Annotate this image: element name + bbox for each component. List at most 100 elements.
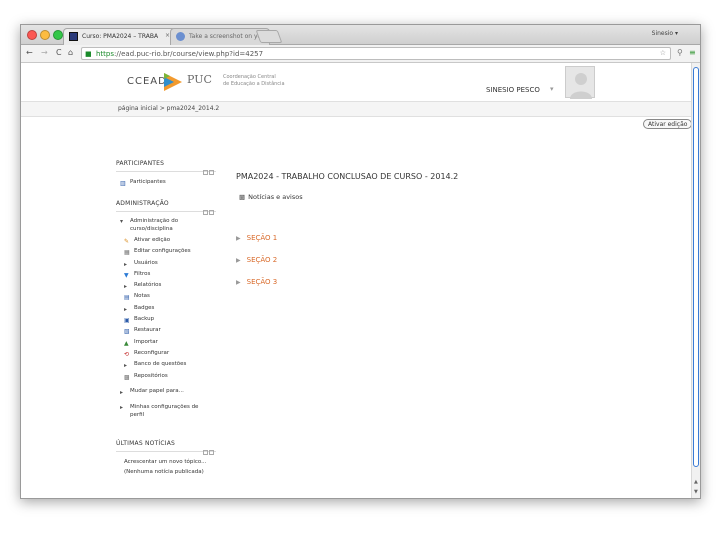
- bookmark-star-icon[interactable]: ☆: [660, 49, 666, 57]
- profile-settings-link-line2[interactable]: perfil: [116, 411, 216, 419]
- breadcrumb[interactable]: página inicial > pma2024_2014.2: [118, 105, 219, 112]
- admin-item-grades[interactable]: ▤ Notas: [116, 291, 216, 302]
- expand-icon: ▸: [120, 388, 124, 396]
- tab-course-label: Curso: PMA2024 – TRABA: [82, 33, 159, 40]
- news-forum-link[interactable]: ▩ Notícias e avisos: [239, 193, 303, 201]
- switch-role-link[interactable]: ▸ Mudar papel para...: [116, 386, 216, 397]
- item-label: Restaurar: [134, 327, 161, 334]
- collapse-icon[interactable]: [209, 210, 214, 215]
- ccead-logo-icon: [164, 73, 182, 91]
- profile-button[interactable]: Sinesio ▾: [652, 30, 678, 37]
- admin-item-restore[interactable]: ▧ Restaurar: [116, 325, 216, 336]
- news-forum-label: Notícias e avisos: [248, 193, 303, 201]
- enable-editing-button[interactable]: Ativar edição: [643, 119, 693, 129]
- divider: [116, 171, 216, 172]
- menu-icon[interactable]: ≡: [689, 48, 696, 57]
- scroll-down-icon[interactable]: ▼: [694, 489, 698, 495]
- no-news-text: (Nenhuma notícia publicada): [124, 469, 204, 475]
- section-label: SEÇÃO 2: [246, 256, 278, 264]
- logo-subtitle-line1: Coordenação Central: [223, 74, 276, 80]
- address-bar[interactable]: ■ https://ead.puc-rio.br/course/view.php…: [81, 47, 671, 60]
- home-icon[interactable]: ⌂: [68, 48, 73, 57]
- search-icon[interactable]: ⚲: [677, 48, 683, 57]
- admin-item-filters[interactable]: ▼ Filtros: [116, 269, 216, 280]
- close-window-icon[interactable]: [27, 30, 37, 40]
- item-label: Mudar papel para...: [130, 387, 184, 394]
- course-admin-node[interactable]: ▾ Administração do: [116, 217, 216, 225]
- ccead-logo[interactable]: CCEAD: [127, 76, 167, 87]
- puc-logo[interactable]: PUC: [187, 73, 212, 86]
- item-label: Ativar edição: [134, 237, 171, 243]
- section-3[interactable]: ▶ SEÇÃO 3: [236, 278, 277, 286]
- profile-settings-link[interactable]: ▸ Minhas configurações de: [116, 403, 216, 411]
- admin-item-import[interactable]: ▲ Importar: [116, 337, 216, 348]
- chevron-down-icon[interactable]: ▾: [550, 85, 554, 93]
- reload-icon[interactable]: C: [56, 48, 62, 57]
- admin-item-enable-editing[interactable]: ✎ Ativar edição: [116, 235, 216, 246]
- block-controls[interactable]: [202, 160, 216, 175]
- breadcrumb-bar: página inicial > pma2024_2014.2: [21, 101, 693, 117]
- logo-subtitle: Coordenação Central de Educação a Distân…: [223, 74, 285, 88]
- browser-toolbar: ← → C ⌂ ■ https://ead.puc-rio.br/course/…: [21, 45, 700, 63]
- item-label: Participantes: [130, 179, 166, 185]
- expand-icon: ▶: [236, 279, 241, 286]
- tab-screenshot-label: Take a screenshot on your: [189, 33, 268, 40]
- item-label: Relatórios: [134, 282, 162, 289]
- section-label: SEÇÃO 1: [246, 234, 278, 242]
- dock-icon[interactable]: [203, 210, 208, 215]
- item-label: Filtros: [134, 270, 151, 277]
- item-label: Badges: [134, 304, 155, 311]
- course-admin-node-line2[interactable]: curso/disciplina: [116, 225, 216, 233]
- title-bar: Curso: PMA2024 – TRABA × Take a screensh…: [21, 25, 700, 45]
- block-title: PARTICIPANTES: [116, 160, 165, 167]
- admin-item-badges[interactable]: ▸ Badges: [116, 303, 216, 314]
- item-label: perfil: [130, 412, 145, 419]
- section-1[interactable]: ▶ SEÇÃO 1: [236, 234, 277, 242]
- admin-item-edit-settings[interactable]: ▦ Editar configurações: [116, 246, 216, 257]
- section-2[interactable]: ▶ SEÇÃO 2: [236, 256, 277, 264]
- new-tab-button[interactable]: [255, 30, 283, 43]
- user-silhouette-icon: [570, 73, 592, 99]
- divider: [116, 211, 216, 212]
- participants-link[interactable]: ▥ Participantes: [116, 177, 216, 188]
- zoom-window-icon[interactable]: [53, 30, 63, 40]
- item-label: Repositórios: [134, 372, 168, 379]
- back-icon[interactable]: ←: [26, 48, 33, 57]
- block-controls[interactable]: [202, 440, 216, 455]
- vertical-scrollbar[interactable]: ▲ ▼: [691, 63, 700, 498]
- admin-item-repositories[interactable]: ▩ Repositórios: [116, 371, 216, 382]
- block-title: ADMINISTRAÇÃO: [116, 200, 169, 207]
- browser-window: Curso: PMA2024 – TRABA × Take a screensh…: [20, 24, 701, 499]
- latest-news-block: ÚLTIMAS NOTÍCIAS Acrescentar um novo tóp…: [116, 440, 216, 477]
- item-label: Backup: [134, 316, 155, 323]
- divider: [116, 451, 216, 452]
- admin-item-question-bank[interactable]: ▸ Banco de questões: [116, 359, 216, 370]
- item-label: curso/disciplina: [130, 226, 173, 232]
- admin-item-users[interactable]: ▸ Usuários: [116, 258, 216, 269]
- dock-icon[interactable]: [203, 450, 208, 455]
- item-label: Notas: [134, 293, 150, 300]
- add-topic-link[interactable]: Acrescentar um novo tópico...: [116, 457, 216, 467]
- url-scheme: https: [96, 50, 115, 58]
- scrollbar-thumb[interactable]: [693, 67, 699, 467]
- item-label: Reconfigurar: [134, 349, 170, 356]
- user-menu[interactable]: SINESIO PESCO: [486, 86, 540, 94]
- expand-icon: ▶: [236, 257, 241, 264]
- avatar[interactable]: [565, 66, 595, 99]
- scroll-up-icon[interactable]: ▲: [694, 479, 698, 485]
- administration-block: ADMINISTRAÇÃO ▾ Administração do curso/di…: [116, 200, 216, 419]
- minimize-window-icon[interactable]: [40, 30, 50, 40]
- block-controls[interactable]: [202, 200, 216, 215]
- tab-course[interactable]: Curso: PMA2024 – TRABA ×: [63, 28, 176, 45]
- admin-item-backup[interactable]: ▣ Backup: [116, 314, 216, 325]
- admin-item-reports[interactable]: ▸ Relatórios: [116, 280, 216, 291]
- page-favicon-icon: [176, 32, 185, 41]
- people-icon: ▥: [120, 180, 126, 187]
- admin-item-reset[interactable]: ⟲ Reconfigurar: [116, 348, 216, 359]
- forward-icon[interactable]: →: [41, 48, 48, 57]
- dock-icon[interactable]: [203, 170, 208, 175]
- page-content: CCEAD PUC Coordenação Central de Educaçã…: [21, 63, 693, 498]
- collapse-icon[interactable]: [209, 170, 214, 175]
- item-label: Minhas configurações de: [130, 404, 199, 411]
- collapse-icon[interactable]: [209, 450, 214, 455]
